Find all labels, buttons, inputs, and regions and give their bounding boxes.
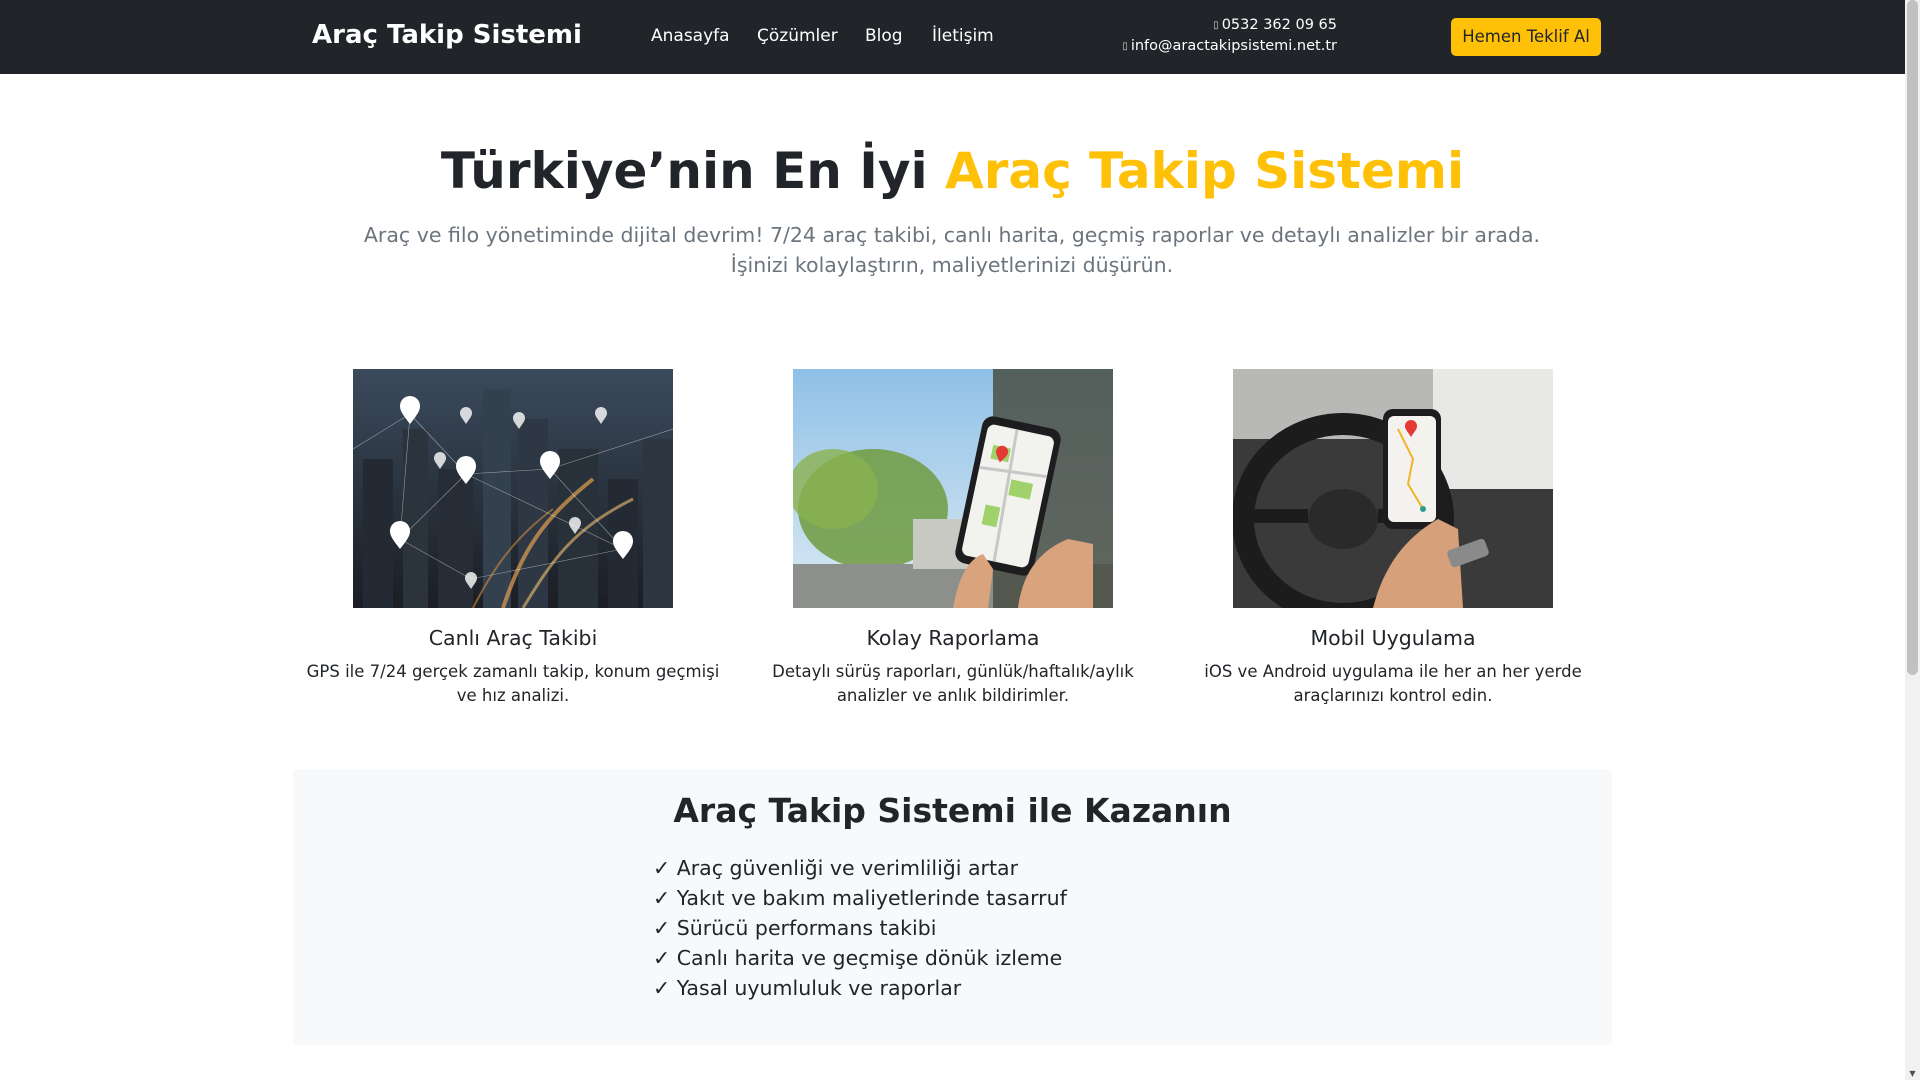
check-icon: ✓ [653,946,671,970]
nav-link-cozumler[interactable]: Çözümler [757,26,838,46]
feature-card-live-tracking: Canlı Araç Takibi GPS ile 7/24 gerçek za… [303,369,723,708]
benefits-section: Araç Takip Sistemi ile Kazanın ✓ Araç gü… [293,769,1612,1045]
feature-text: Detaylı sürüş raporları, günlük/haftalık… [772,662,1134,705]
list-item: ✓ Yasal uyumluluk ve raporlar [653,976,962,1000]
nav-link-blog[interactable]: Blog [865,26,903,46]
list-item: ✓ Araç güvenliği ve verimliliği artar [653,856,1019,880]
benefits-title: Araç Takip Sistemi ile Kazanın [673,791,1232,830]
benefits-list: ✓ Araç güvenliği ve verimliliği artar ✓ … [653,853,1067,1003]
vertical-scrollbar[interactable]: ▼ [1905,0,1920,1080]
list-item: ✓ Sürücü performans takibi [653,916,937,940]
feature-title: Mobil Uygulama [1310,626,1476,650]
hero-title-accent: Araç Takip Sistemi [945,142,1465,200]
check-icon: ✓ [653,916,671,940]
phone-map-image [793,369,1113,608]
contact-phone[interactable]: ▯ 0532 362 09 65 [937,17,1337,33]
hero-title: Türkiye’nin En İyi Araç Takip Sistemi [0,142,1905,200]
hero-title-part1: Türkiye’nin En İyi [440,142,928,200]
nav-link-anasayfa[interactable]: Anasayfa [651,26,730,46]
scrollbar-thumb[interactable] [1907,0,1918,675]
hero-subtitle: Araç ve filo yönetiminde dijital devrim!… [363,223,1541,277]
feature-text: GPS ile 7/24 gerçek zamanlı takip, konum… [306,662,720,705]
contact-email[interactable]: ▯ info@aractakipsistemi.net.tr [937,38,1337,54]
car-phone-image [1233,369,1553,608]
brand-logo[interactable]: Araç Takip Sistemi [312,20,582,50]
envelope-icon: ▯ [1122,40,1128,52]
feature-title: Canlı Araç Takibi [428,626,598,650]
navbar: Araç Takip Sistemi Anasayfa Çözümler Blo… [0,0,1905,74]
feature-card-reporting: Kolay Raporlama Detaylı sürüş raporları,… [743,369,1163,708]
phone-icon: ▯ [1213,19,1219,31]
list-item: ✓ Canlı harita ve geçmişe dönük izleme [653,946,1063,970]
check-icon: ✓ [653,856,671,880]
feature-card-mobile-app: Mobil Uygulama iOS ve Android uygulama i… [1183,369,1603,708]
list-item: ✓ Yakıt ve bakım maliyetlerinde tasarruf [653,886,1067,910]
phone-number: 0532 362 09 65 [1221,17,1337,33]
get-quote-button[interactable]: Hemen Teklif Al [1451,18,1601,56]
scroll-down-arrow-icon[interactable]: ▼ [1905,1069,1920,1078]
city-tracking-image [353,369,673,608]
email-address: info@aractakipsistemi.net.tr [1130,38,1337,54]
feature-text: iOS ve Android uygulama ile her an her y… [1204,662,1582,705]
check-icon: ✓ [653,886,671,910]
check-icon: ✓ [653,976,671,1000]
feature-title: Kolay Raporlama [866,626,1040,650]
